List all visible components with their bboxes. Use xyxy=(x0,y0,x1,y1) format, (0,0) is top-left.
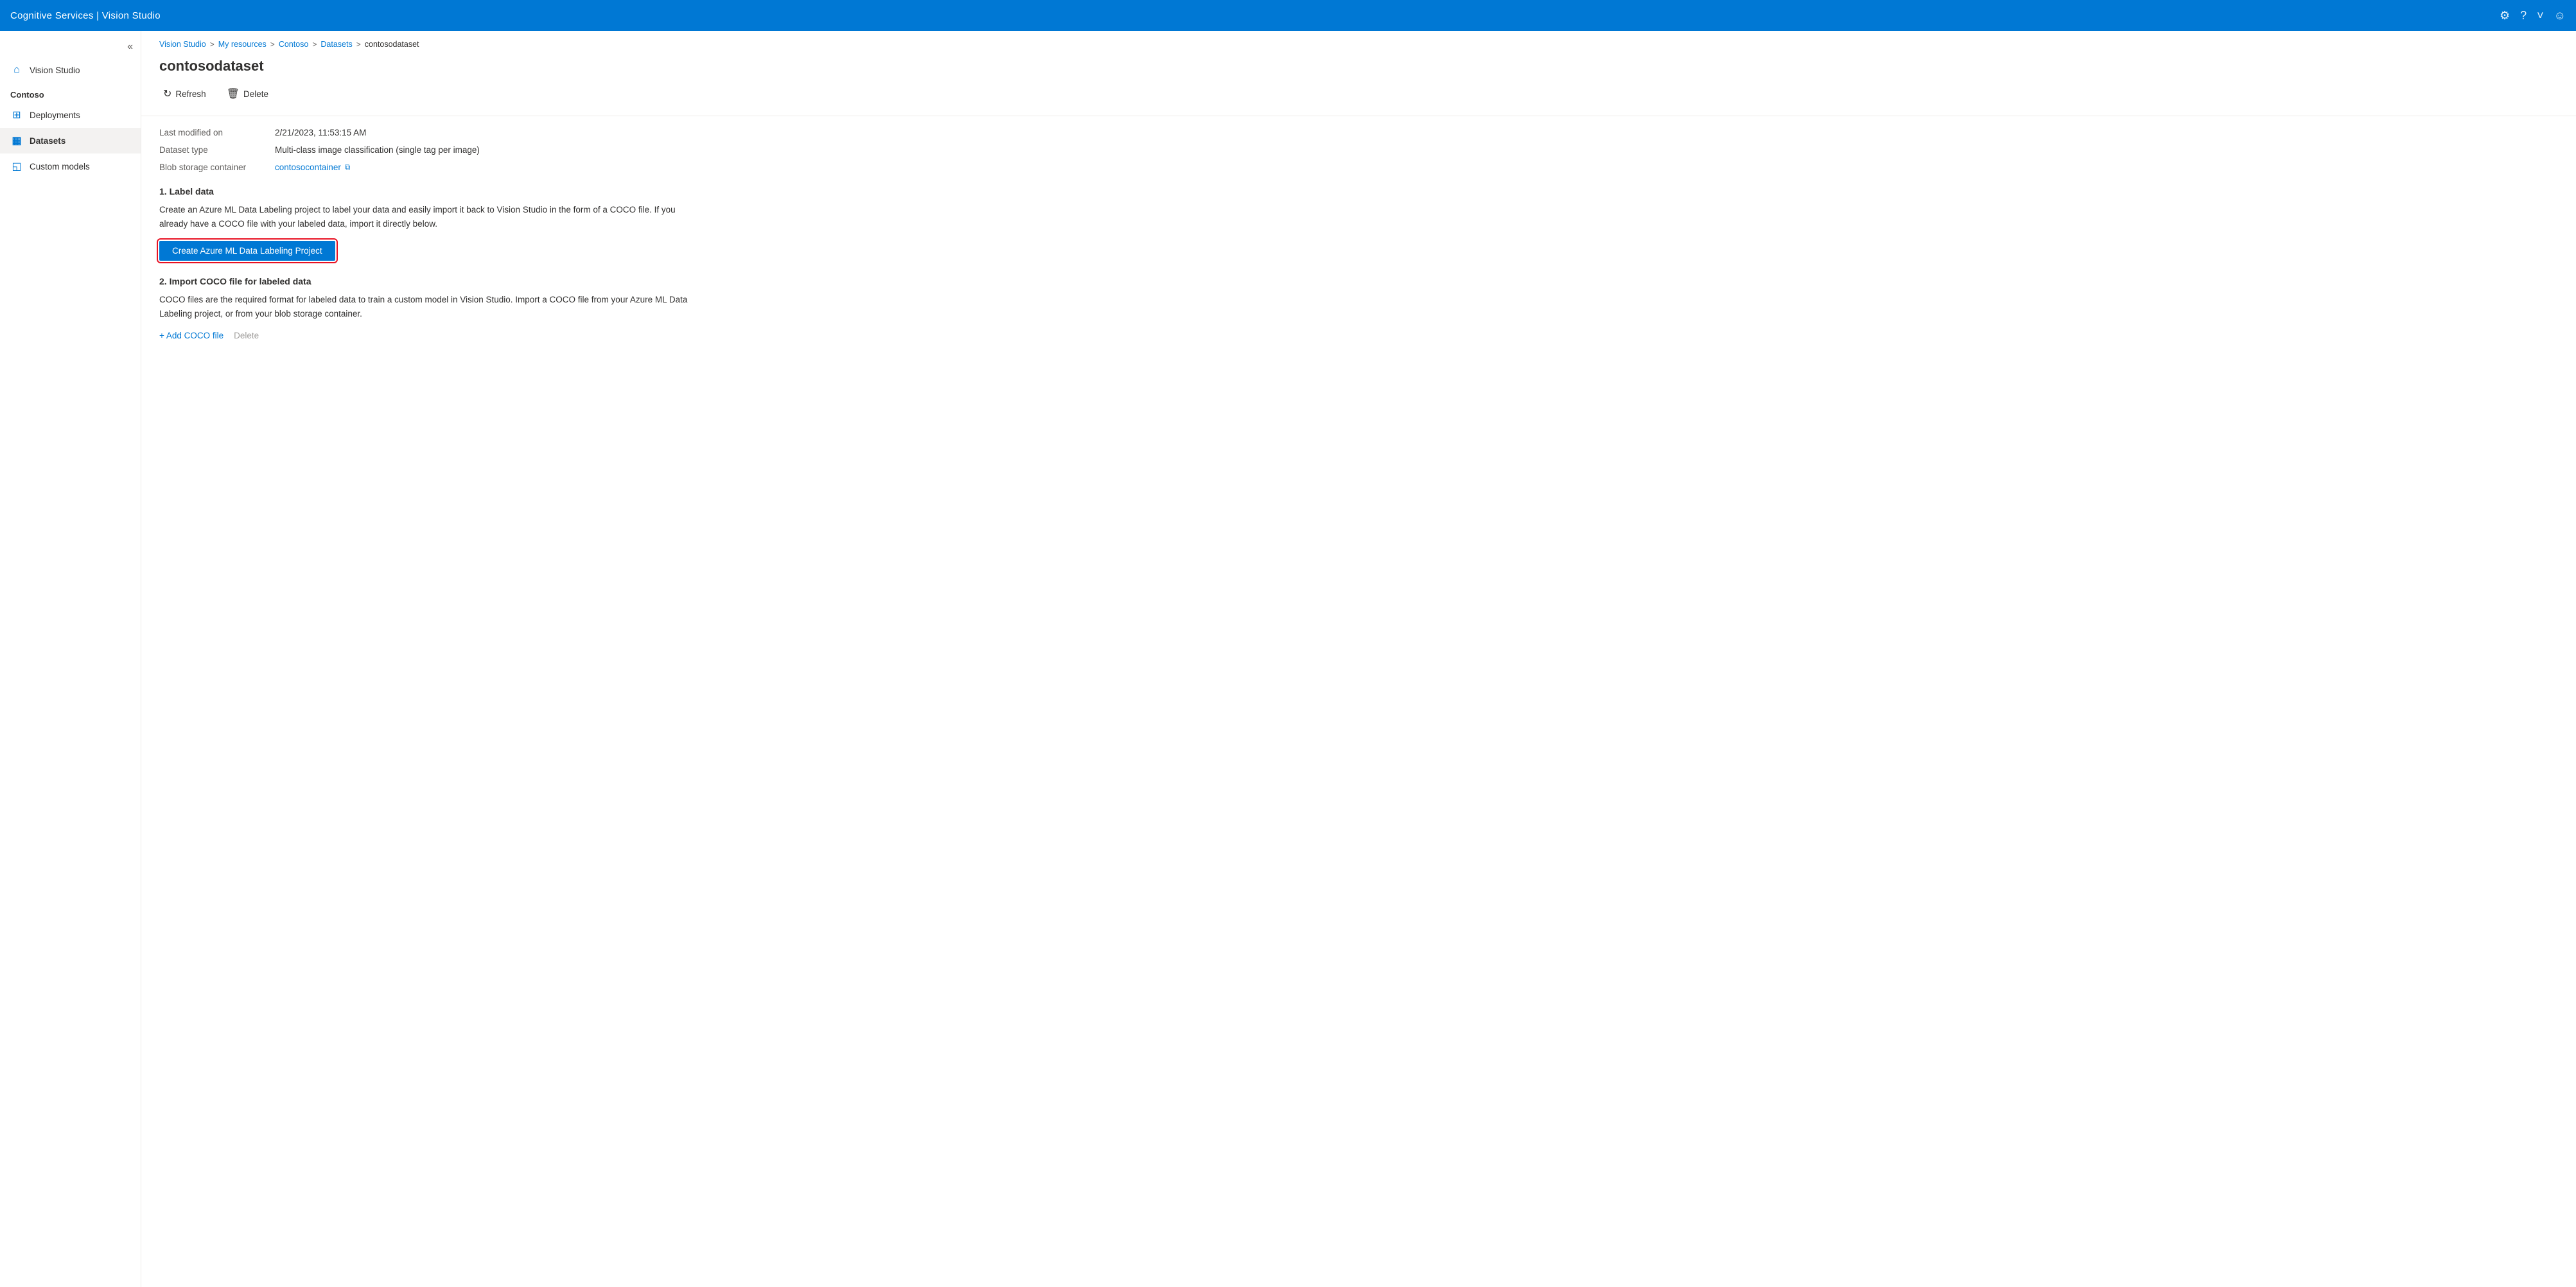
breadcrumb: Vision Studio > My resources > Contoso >… xyxy=(141,31,2576,53)
sidebar-item-label: Deployments xyxy=(30,110,80,120)
sidebar-item-label: Datasets xyxy=(30,136,66,146)
dataset-type-label: Dataset type xyxy=(159,144,275,156)
sidebar-collapse-button[interactable]: « xyxy=(0,36,141,58)
last-modified-value: 2/21/2023, 11:53:15 AM xyxy=(275,127,2558,139)
details-grid: Last modified on 2/21/2023, 11:53:15 AM … xyxy=(141,127,2576,186)
app-title: Cognitive Services | Vision Studio xyxy=(10,10,161,21)
breadcrumb-contoso[interactable]: Contoso xyxy=(279,40,309,49)
breadcrumb-datasets[interactable]: Datasets xyxy=(320,40,352,49)
section1-title: 1. Label data xyxy=(159,186,2558,197)
external-link-icon: ⧉ xyxy=(345,162,351,172)
add-coco-file-button[interactable]: + Add COCO file xyxy=(159,331,223,340)
breadcrumb-separator-1: > xyxy=(210,40,215,49)
section-label-data: 1. Label data Create an Azure ML Data La… xyxy=(141,186,2576,276)
section2-title: 2. Import COCO file for labeled data xyxy=(159,276,2558,286)
sidebar-item-deployments[interactable]: ⊞ Deployments xyxy=(0,102,141,128)
blob-storage-label: Blob storage container xyxy=(159,161,275,173)
section-import-coco: 2. Import COCO file for labeled data COC… xyxy=(141,276,2576,356)
sidebar-item-custom-models[interactable]: ◱ Custom models xyxy=(0,153,141,179)
page-layout: « ⌂ Vision Studio Contoso ⊞ Deployments … xyxy=(0,31,2576,1287)
sidebar-item-vision-studio[interactable]: ⌂ Vision Studio xyxy=(0,58,141,82)
toolbar: ↻ Refresh 🗑 Delete xyxy=(141,85,2576,113)
coco-action-links: + Add COCO file Delete xyxy=(159,331,2558,340)
sidebar: « ⌂ Vision Studio Contoso ⊞ Deployments … xyxy=(0,31,141,1287)
custom-models-icon: ◱ xyxy=(10,160,23,173)
chevron-down-icon[interactable]: ˅ xyxy=(2537,9,2544,22)
dataset-type-value: Multi-class image classification (single… xyxy=(275,144,2558,156)
sidebar-item-label: Custom models xyxy=(30,162,90,171)
create-ml-labeling-project-button[interactable]: Create Azure ML Data Labeling Project xyxy=(159,241,335,261)
sidebar-item-label: Vision Studio xyxy=(30,66,80,75)
refresh-icon: ↻ xyxy=(163,87,171,100)
settings-icon[interactable]: ⚙ xyxy=(2500,9,2510,22)
blob-storage-value: contosocontainer ⧉ xyxy=(275,161,2558,173)
deployments-icon: ⊞ xyxy=(10,109,23,121)
breadcrumb-vision-studio[interactable]: Vision Studio xyxy=(159,40,206,49)
blob-storage-link[interactable]: contosocontainer ⧉ xyxy=(275,162,2558,172)
top-navigation: Cognitive Services | Vision Studio ⚙ ? ˅… xyxy=(0,0,2576,31)
breadcrumb-separator-4: > xyxy=(356,40,361,49)
refresh-button[interactable]: ↻ Refresh xyxy=(159,85,210,103)
delete-icon: 🗑 xyxy=(227,87,240,100)
breadcrumb-separator-2: > xyxy=(270,40,275,49)
coco-delete-button: Delete xyxy=(234,331,259,340)
help-icon[interactable]: ? xyxy=(2520,9,2527,22)
breadcrumb-separator-3: > xyxy=(312,40,317,49)
sidebar-section-label: Contoso xyxy=(0,82,141,102)
last-modified-label: Last modified on xyxy=(159,127,275,139)
section1-description: Create an Azure ML Data Labeling project… xyxy=(159,203,705,231)
delete-label: Delete xyxy=(243,89,268,99)
page-title: contosodataset xyxy=(141,53,2576,85)
datasets-icon: ▦ xyxy=(10,134,23,147)
sidebar-item-datasets[interactable]: ▦ Datasets xyxy=(0,128,141,153)
refresh-label: Refresh xyxy=(175,89,206,99)
top-nav-icons: ⚙ ? ˅ ☺ xyxy=(2500,9,2566,22)
breadcrumb-current: contosodataset xyxy=(365,40,419,49)
home-icon: ⌂ xyxy=(10,64,23,76)
main-content: Vision Studio > My resources > Contoso >… xyxy=(141,31,2576,1287)
user-icon[interactable]: ☺ xyxy=(2554,9,2566,22)
section2-description: COCO files are the required format for l… xyxy=(159,293,705,320)
breadcrumb-my-resources[interactable]: My resources xyxy=(218,40,267,49)
delete-button[interactable]: 🗑 Delete xyxy=(223,85,272,103)
